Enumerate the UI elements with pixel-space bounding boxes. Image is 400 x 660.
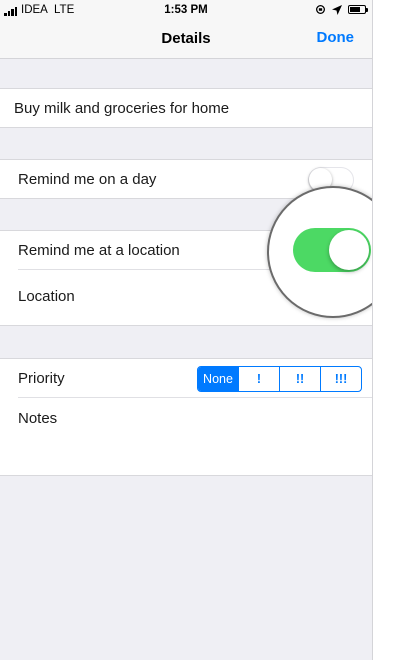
priority-label: Priority [18,370,65,387]
reminder-details-screen: IDEA LTE 1:53 PM Details Done Buy milk a… [0,0,373,660]
remind-day-label: Remind me on a day [18,171,157,188]
priority-option-medium[interactable]: !! [279,367,320,391]
task-title-field[interactable]: Buy milk and groceries for home [0,89,372,127]
priority-option-high[interactable]: !!! [320,367,361,391]
location-arrow-icon [332,4,342,15]
battery-icon [348,5,368,14]
remind-location-label: Remind me at a location [18,242,180,259]
priority-option-none[interactable]: None [198,367,238,391]
priority-row: Priority None ! !! !!! [0,359,372,397]
notes-label: Notes [18,410,58,427]
done-button[interactable]: Done [317,29,355,46]
priority-notes-section: Priority None ! !! !!! Notes [0,358,372,476]
priority-option-low[interactable]: ! [238,367,279,391]
remind-location-toggle[interactable] [293,228,371,272]
status-bar: IDEA LTE 1:53 PM [0,0,372,22]
rotation-lock-icon [316,5,325,14]
notes-field[interactable]: Notes [0,397,372,475]
title-section: Buy milk and groceries for home [0,88,372,128]
priority-segmented-control: None ! !! !!! [197,366,362,392]
navigation-bar: Details Done [0,22,372,59]
task-title-text: Buy milk and groceries for home [14,100,230,117]
location-label: Location [18,288,75,305]
